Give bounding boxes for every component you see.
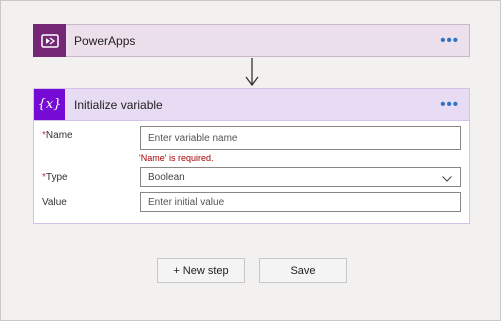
name-required-error: 'Name' is required. — [139, 153, 214, 163]
flow-designer-canvas: PowerApps ••• {x} Initialize variable ••… — [0, 0, 501, 321]
value-label: Value — [42, 197, 67, 208]
powerapps-icon — [33, 24, 66, 57]
type-label: Type — [45, 172, 68, 183]
new-step-button[interactable]: + New step — [157, 258, 245, 283]
type-label-row: *Type — [42, 172, 68, 183]
initialize-variable-header[interactable]: {x} Initialize variable ••• — [34, 89, 469, 121]
name-label: Name — [45, 130, 73, 141]
chevron-down-icon — [442, 174, 452, 185]
variable-name-placeholder: Enter variable name — [148, 132, 238, 144]
initialize-variable-title: Initialize variable — [74, 97, 163, 112]
save-button[interactable]: Save — [259, 258, 347, 283]
initialize-variable-more-options-icon[interactable]: ••• — [440, 97, 459, 112]
variable-icon: {x} — [34, 89, 65, 120]
powerapps-trigger-card[interactable]: PowerApps ••• — [33, 24, 470, 57]
down-arrow-icon — [243, 58, 261, 88]
powerapps-more-options-icon[interactable]: ••• — [440, 33, 459, 48]
initialize-variable-card: {x} Initialize variable ••• *Name Enter … — [33, 88, 470, 224]
powerapps-card-title: PowerApps — [74, 33, 136, 48]
variable-type-select[interactable]: Boolean — [140, 167, 461, 187]
variable-value-input[interactable]: Enter initial value — [140, 192, 461, 212]
variable-type-value: Boolean — [148, 171, 185, 183]
name-label-row: *Name — [42, 130, 73, 141]
value-label-row: Value — [42, 197, 67, 208]
variable-name-input[interactable]: Enter variable name — [140, 126, 461, 150]
variable-value-placeholder: Enter initial value — [148, 196, 225, 208]
